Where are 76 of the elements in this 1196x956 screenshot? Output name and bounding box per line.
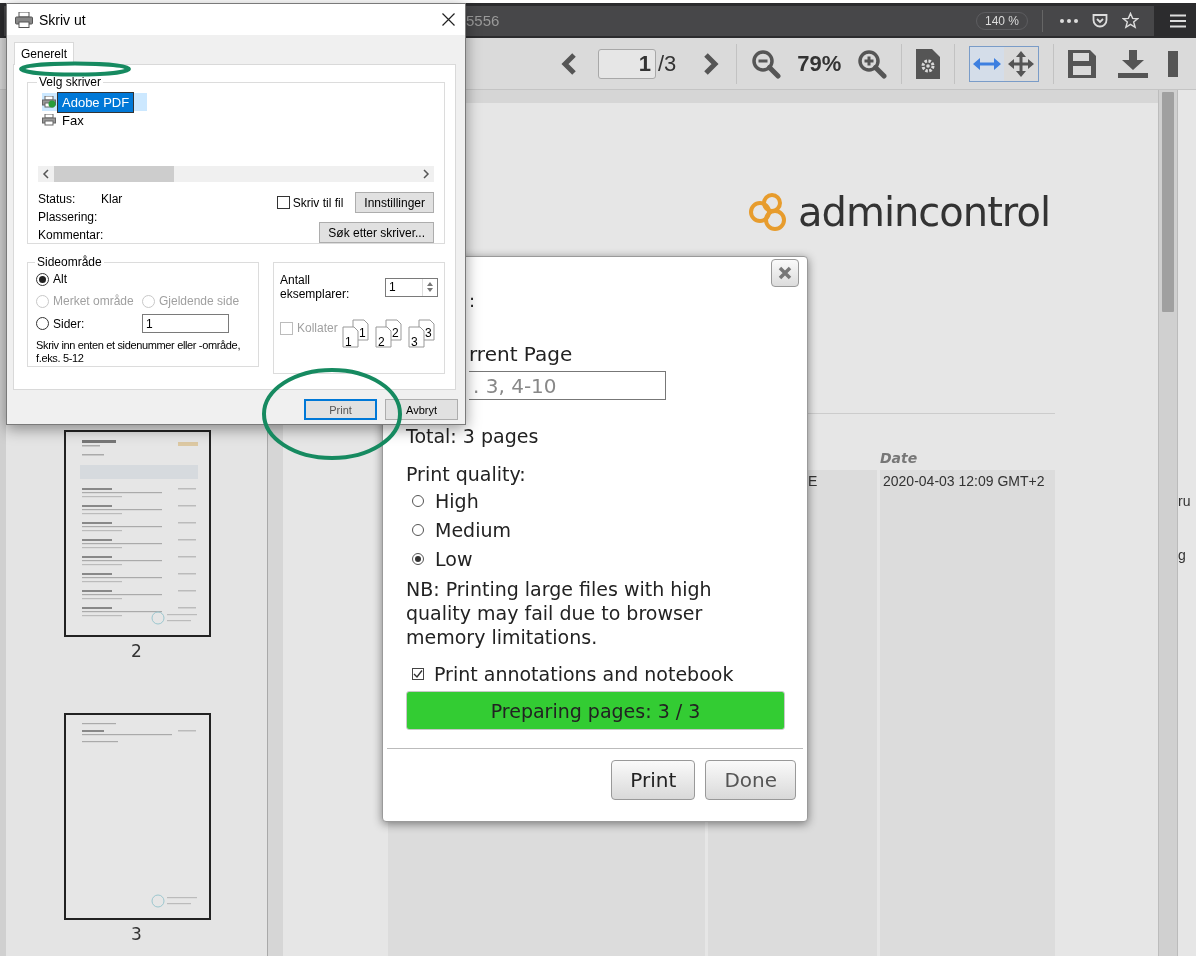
zoom-in-button[interactable] bbox=[857, 48, 888, 79]
printer-item[interactable]: Fax bbox=[42, 111, 88, 129]
progress-label: Preparing pages: 3 / 3 bbox=[489, 698, 702, 724]
printer-icon bbox=[42, 96, 56, 108]
radio-label: Low bbox=[435, 547, 473, 570]
scroll-right-icon[interactable] bbox=[422, 169, 430, 179]
radio-label: Merket område bbox=[53, 294, 134, 308]
checkbox[interactable] bbox=[276, 196, 290, 209]
group-label: Sideområde bbox=[36, 255, 103, 269]
page-number-field[interactable]: 1 bbox=[598, 48, 656, 79]
done-button[interactable]: Done bbox=[705, 760, 796, 800]
zoom-out-button[interactable] bbox=[751, 48, 782, 79]
print-quality-label: Print quality: bbox=[406, 462, 526, 486]
menu-icon[interactable] bbox=[1170, 13, 1186, 28]
window-title: Skriv ut bbox=[39, 11, 87, 28]
close-icon bbox=[778, 266, 792, 280]
toolbar-icon[interactable] bbox=[1168, 50, 1179, 77]
zoom-level: 79% bbox=[797, 50, 842, 77]
page-thumbnail[interactable] bbox=[64, 430, 211, 637]
radio-label: Medium bbox=[435, 518, 511, 541]
scrollbar[interactable] bbox=[1158, 90, 1177, 956]
radio-label: Gjeldende side bbox=[159, 294, 240, 308]
table-cell: 2020-04-03 12:09 GMT+2 bbox=[880, 470, 1055, 956]
text-fragment: ru bbox=[1178, 493, 1192, 509]
field-value: Klar bbox=[101, 192, 123, 206]
page-number-label: 3 bbox=[131, 924, 142, 944]
close-button[interactable] bbox=[771, 259, 799, 287]
group-label: Velg skriver bbox=[38, 75, 103, 89]
radio-label: Alt bbox=[53, 272, 67, 286]
radio-label: High bbox=[435, 489, 479, 512]
download-icon[interactable] bbox=[1118, 49, 1149, 78]
spin-down-icon[interactable] bbox=[427, 288, 433, 292]
settings-button[interactable]: Innstillinger bbox=[355, 192, 434, 213]
copies-spinner[interactable]: 1 bbox=[385, 277, 438, 297]
text-fragment: g bbox=[1178, 547, 1187, 563]
view-mode-button[interactable] bbox=[1004, 46, 1039, 81]
page-range-label: rrent Page bbox=[469, 342, 573, 366]
radio-label: Sider: bbox=[53, 316, 85, 331]
radio-button[interactable] bbox=[36, 272, 49, 286]
checkbox-label: Kollater bbox=[297, 321, 338, 335]
print-button[interactable]: Print bbox=[611, 760, 696, 800]
print-button[interactable]: Print bbox=[304, 399, 377, 420]
field-label: Plassering: bbox=[38, 210, 99, 224]
save-icon[interactable] bbox=[1068, 49, 1097, 78]
checkbox-label: Skriv til fil bbox=[292, 195, 344, 210]
cancel-button[interactable]: Avbryt bbox=[385, 399, 458, 420]
printer-item[interactable]: Adobe PDF bbox=[42, 93, 148, 111]
more-icon[interactable] bbox=[1060, 18, 1078, 23]
page-number-label: 2 bbox=[131, 641, 142, 661]
field-label: Kommentar: bbox=[38, 228, 101, 242]
dialog-title: : bbox=[469, 289, 476, 313]
page-count: /3 bbox=[658, 50, 677, 77]
page-range-field[interactable]: . 3, 4-10 bbox=[469, 371, 666, 400]
column-header: Date bbox=[880, 450, 919, 468]
pages-field[interactable]: 1 bbox=[142, 314, 229, 333]
horizontal-scrollbar[interactable] bbox=[38, 166, 434, 182]
field-label: Antall eksemplarer: bbox=[280, 273, 351, 301]
checkbox[interactable] bbox=[412, 668, 424, 680]
page-thumbnail[interactable] bbox=[64, 713, 211, 920]
printer-icon bbox=[42, 114, 56, 126]
radio-button[interactable] bbox=[36, 317, 49, 330]
find-printer-button[interactable]: Søk etter skriver... bbox=[319, 222, 434, 243]
horizontal-arrows-icon bbox=[973, 57, 1002, 70]
field-label: Status: bbox=[38, 192, 77, 206]
total-pages: Total: 3 pages bbox=[406, 424, 539, 448]
move-arrows-icon bbox=[1008, 50, 1035, 77]
hint-text: Skriv inn enten et sidenummer eller -område, f.eks. 5-12 bbox=[36, 339, 242, 365]
pocket-icon[interactable] bbox=[1092, 12, 1108, 29]
star-icon[interactable] bbox=[1122, 12, 1139, 29]
logo-text: admincontrol bbox=[798, 189, 1050, 235]
document-settings-icon[interactable] bbox=[916, 48, 941, 79]
spin-up-icon[interactable] bbox=[427, 282, 433, 286]
close-icon[interactable] bbox=[442, 13, 455, 26]
printer-icon bbox=[15, 11, 33, 28]
collate-pages-drawing: 1 1 2 2 3 3 bbox=[342, 319, 438, 349]
scroll-left-icon[interactable] bbox=[42, 169, 50, 179]
